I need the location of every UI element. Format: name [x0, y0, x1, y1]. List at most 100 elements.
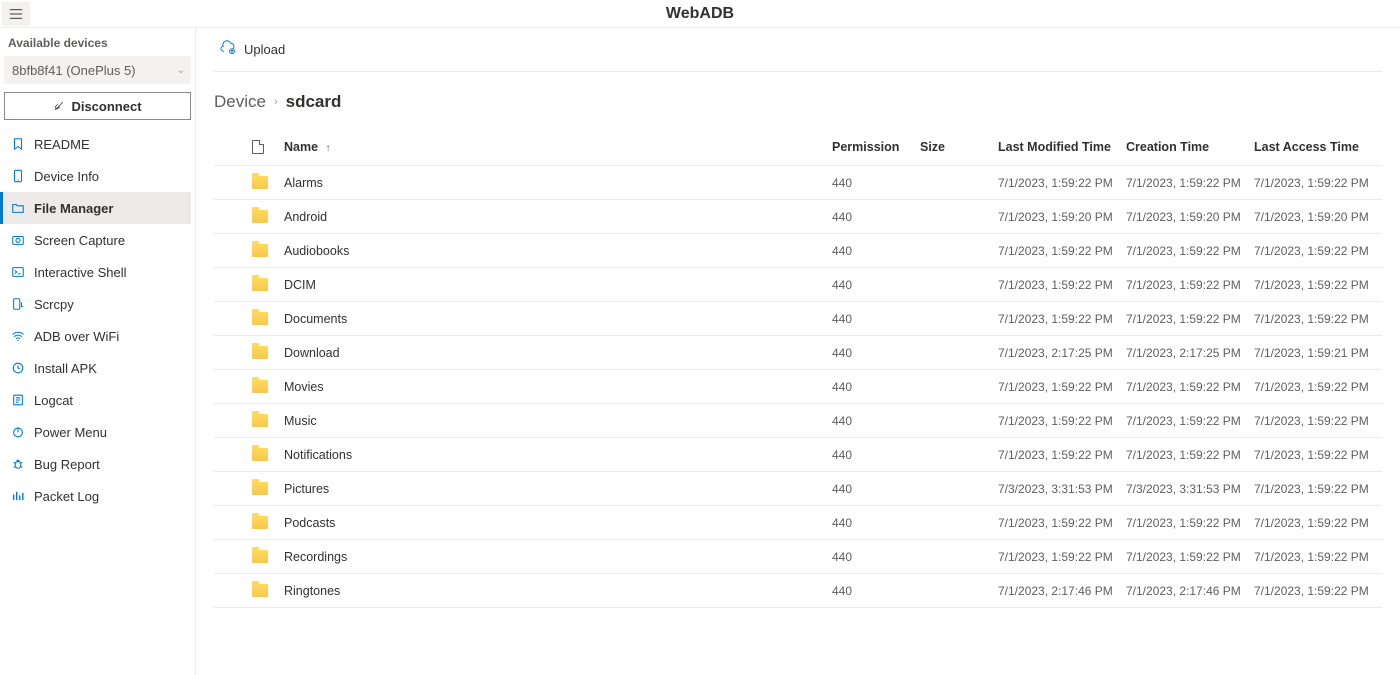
- row-permission: 440: [832, 176, 920, 190]
- row-permission: 440: [832, 380, 920, 394]
- table-row[interactable]: Ringtones4407/1/2023, 2:17:46 PM7/1/2023…: [214, 574, 1382, 608]
- terminal-icon: [10, 264, 26, 280]
- row-name: Pictures: [284, 482, 832, 496]
- folder-icon: [252, 176, 268, 189]
- row-name: Documents: [284, 312, 832, 326]
- breadcrumb-current: sdcard: [286, 92, 342, 112]
- table-row[interactable]: Movies4407/1/2023, 1:59:22 PM7/1/2023, 1…: [214, 370, 1382, 404]
- device-select[interactable]: 8bfb8f41 (OnePlus 5) ⌄: [4, 56, 191, 84]
- sidebar-item-power-menu[interactable]: Power Menu: [4, 416, 191, 448]
- sidebar-item-label: Device Info: [34, 169, 99, 184]
- row-creation: 7/1/2023, 2:17:25 PM: [1126, 346, 1254, 360]
- column-header-last-modified[interactable]: Last Modified Time: [998, 140, 1126, 154]
- sidebar-item-scrcpy[interactable]: Scrcpy: [4, 288, 191, 320]
- row-permission: 440: [832, 244, 920, 258]
- table-row[interactable]: Alarms4407/1/2023, 1:59:22 PM7/1/2023, 1…: [214, 166, 1382, 200]
- sidebar-item-logcat[interactable]: Logcat: [4, 384, 191, 416]
- row-last-access: 7/1/2023, 1:59:22 PM: [1254, 176, 1382, 190]
- row-icon-cell: [214, 210, 284, 223]
- cloud-upload-icon: [220, 40, 236, 59]
- column-header-last-access[interactable]: Last Access Time: [1254, 140, 1382, 154]
- row-permission: 440: [832, 584, 920, 598]
- row-last-modified: 7/1/2023, 1:59:22 PM: [998, 278, 1126, 292]
- sidebar-item-label: Interactive Shell: [34, 265, 127, 280]
- row-creation: 7/1/2023, 1:59:22 PM: [1126, 448, 1254, 462]
- table-row[interactable]: Documents4407/1/2023, 1:59:22 PM7/1/2023…: [214, 302, 1382, 336]
- sidebar-item-packet-log[interactable]: Packet Log: [4, 480, 191, 512]
- sort-ascending-icon: ↑: [326, 143, 331, 154]
- row-name: Android: [284, 210, 832, 224]
- row-last-access: 7/1/2023, 1:59:22 PM: [1254, 380, 1382, 394]
- sidebar-item-readme[interactable]: README: [4, 128, 191, 160]
- row-icon-cell: [214, 550, 284, 563]
- column-header-icon[interactable]: [214, 140, 284, 154]
- log-icon: [10, 392, 26, 408]
- sidebar-item-bug-report[interactable]: Bug Report: [4, 448, 191, 480]
- row-name: Notifications: [284, 448, 832, 462]
- row-permission: 440: [832, 550, 920, 564]
- row-creation: 7/1/2023, 1:59:22 PM: [1126, 176, 1254, 190]
- sidebar-item-install-apk[interactable]: Install APK: [4, 352, 191, 384]
- network-icon: [10, 488, 26, 504]
- sidebar-item-screen-capture[interactable]: Screen Capture: [4, 224, 191, 256]
- bookmark-icon: [10, 136, 26, 152]
- wifi-icon: [10, 328, 26, 344]
- row-last-access: 7/1/2023, 1:59:22 PM: [1254, 550, 1382, 564]
- table-row[interactable]: Recordings4407/1/2023, 1:59:22 PM7/1/202…: [214, 540, 1382, 574]
- menu-toggle-button[interactable]: [2, 2, 30, 26]
- device-select-value: 8bfb8f41 (OnePlus 5): [12, 63, 136, 78]
- row-last-access: 7/1/2023, 1:59:22 PM: [1254, 244, 1382, 258]
- sidebar-item-label: README: [34, 137, 90, 152]
- table-row[interactable]: Audiobooks4407/1/2023, 1:59:22 PM7/1/202…: [214, 234, 1382, 268]
- row-name: Podcasts: [284, 516, 832, 530]
- folder-icon: [252, 278, 268, 291]
- upload-button[interactable]: Upload: [220, 40, 285, 59]
- row-last-access: 7/1/2023, 1:59:22 PM: [1254, 584, 1382, 598]
- table-row[interactable]: Pictures4407/3/2023, 3:31:53 PM7/3/2023,…: [214, 472, 1382, 506]
- row-last-modified: 7/1/2023, 1:59:20 PM: [998, 210, 1126, 224]
- app-title: WebADB: [666, 5, 734, 23]
- row-last-access: 7/1/2023, 1:59:22 PM: [1254, 278, 1382, 292]
- row-last-access: 7/1/2023, 1:59:22 PM: [1254, 414, 1382, 428]
- table-row[interactable]: Download4407/1/2023, 2:17:25 PM7/1/2023,…: [214, 336, 1382, 370]
- row-last-modified: 7/1/2023, 1:59:22 PM: [998, 414, 1126, 428]
- row-name: Download: [284, 346, 832, 360]
- row-icon-cell: [214, 312, 284, 325]
- table-row[interactable]: Podcasts4407/1/2023, 1:59:22 PM7/1/2023,…: [214, 506, 1382, 540]
- row-creation: 7/1/2023, 1:59:22 PM: [1126, 312, 1254, 326]
- sidebar-item-interactive-shell[interactable]: Interactive Shell: [4, 256, 191, 288]
- disconnect-label: Disconnect: [71, 99, 141, 114]
- breadcrumb-root[interactable]: Device: [214, 92, 266, 112]
- row-last-modified: 7/1/2023, 2:17:46 PM: [998, 584, 1126, 598]
- table-row[interactable]: DCIM4407/1/2023, 1:59:22 PM7/1/2023, 1:5…: [214, 268, 1382, 302]
- sidebar: Available devices 8bfb8f41 (OnePlus 5) ⌄…: [0, 28, 196, 675]
- column-header-permission[interactable]: Permission: [832, 140, 920, 154]
- sidebar-item-label: Scrcpy: [34, 297, 74, 312]
- row-last-access: 7/1/2023, 1:59:20 PM: [1254, 210, 1382, 224]
- sidebar-item-file-manager[interactable]: File Manager: [4, 192, 191, 224]
- row-icon-cell: [214, 176, 284, 189]
- row-icon-cell: [214, 448, 284, 461]
- row-creation: 7/1/2023, 1:59:22 PM: [1126, 278, 1254, 292]
- column-header-creation[interactable]: Creation Time: [1126, 140, 1254, 154]
- upload-label: Upload: [244, 42, 285, 57]
- row-name: Movies: [284, 380, 832, 394]
- folder-icon: [252, 210, 268, 223]
- row-permission: 440: [832, 346, 920, 360]
- column-header-size[interactable]: Size: [920, 140, 998, 154]
- table-body: Alarms4407/1/2023, 1:59:22 PM7/1/2023, 1…: [214, 166, 1382, 608]
- file-icon: [252, 140, 264, 154]
- disconnect-button[interactable]: Disconnect: [4, 92, 191, 120]
- column-header-name[interactable]: Name ↑: [284, 140, 832, 154]
- row-icon-cell: [214, 414, 284, 427]
- sidebar-item-device-info[interactable]: Device Info: [4, 160, 191, 192]
- row-name: DCIM: [284, 278, 832, 292]
- row-last-modified: 7/1/2023, 1:59:22 PM: [998, 516, 1126, 530]
- sidebar-item-adb-over-wifi[interactable]: ADB over WiFi: [4, 320, 191, 352]
- sidebar-item-label: Bug Report: [34, 457, 100, 472]
- table-row[interactable]: Notifications4407/1/2023, 1:59:22 PM7/1/…: [214, 438, 1382, 472]
- available-devices-label: Available devices: [4, 34, 191, 54]
- table-row[interactable]: Music4407/1/2023, 1:59:22 PM7/1/2023, 1:…: [214, 404, 1382, 438]
- table-row[interactable]: Android4407/1/2023, 1:59:20 PM7/1/2023, …: [214, 200, 1382, 234]
- row-last-modified: 7/1/2023, 1:59:22 PM: [998, 448, 1126, 462]
